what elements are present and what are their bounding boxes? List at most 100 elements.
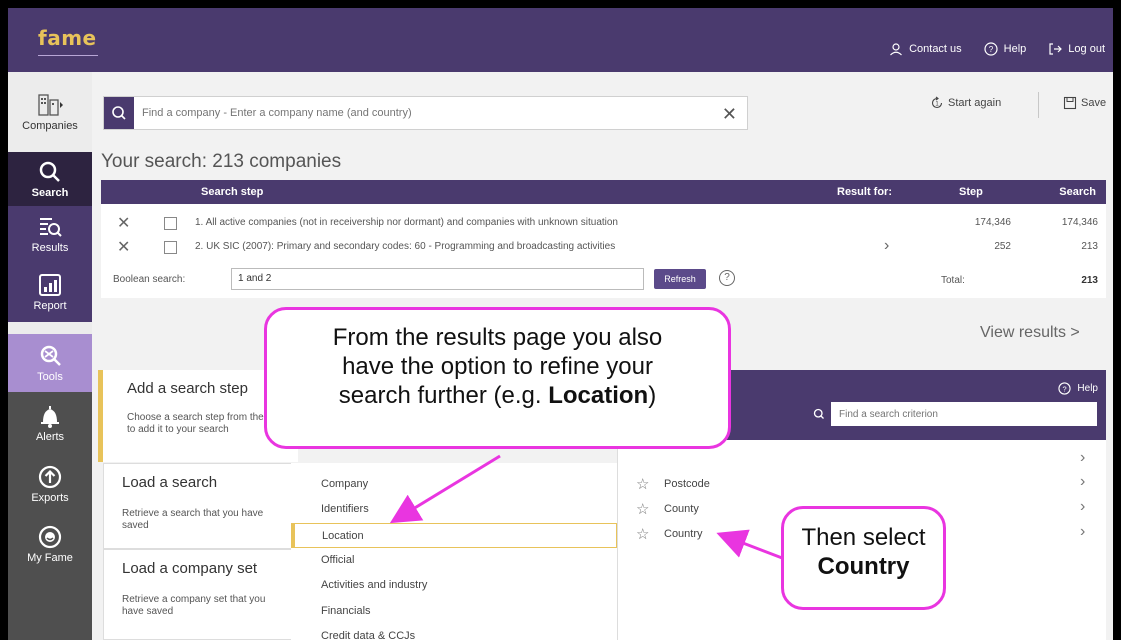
help-icon[interactable]: ? [719, 270, 735, 286]
building-icon [38, 94, 63, 116]
criteria-category-list: Company Identifiers Location Official Ac… [291, 463, 617, 640]
category-activities[interactable]: Activities and industry [291, 573, 617, 598]
sidebar-label-companies: Companies [22, 120, 78, 132]
star-icon[interactable]: ☆ [636, 500, 649, 518]
start-again-button[interactable]: 1 Start again [930, 96, 1001, 110]
header-result-for: Result for: [837, 186, 892, 198]
load-search-panel[interactable]: Load a search Retrieve a search that you… [103, 463, 295, 549]
header-step: Step [959, 186, 983, 198]
sidebar-filler [8, 574, 92, 640]
star-icon[interactable]: ☆ [636, 475, 649, 493]
report-chart-icon [39, 274, 61, 296]
criterion-label: Postcode [664, 478, 710, 490]
remove-step-icon[interactable]: ✕ [117, 237, 130, 257]
chevron-right-icon[interactable]: › [1080, 498, 1085, 516]
bell-icon [41, 406, 59, 428]
save-icon [1063, 96, 1077, 110]
search-summary-title: Your search: 213 companies [101, 151, 342, 172]
help-circle-icon: ? [984, 42, 998, 56]
callout-text: ) [648, 382, 657, 409]
category-credit-data[interactable]: Credit data & CCJs [291, 624, 617, 640]
contact-us-link[interactable]: Contact us [889, 42, 962, 56]
help-circle-icon: ? [1058, 382, 1072, 395]
category-financials[interactable]: Financials [291, 599, 617, 624]
step-description[interactable]: 1. All active companies (not in receiver… [195, 217, 618, 228]
company-search-input[interactable] [142, 97, 712, 129]
load-set-description: Retrieve a company set that you have sav… [122, 594, 266, 617]
callout-line: From the results page you also [332, 324, 663, 351]
load-company-set-panel[interactable]: Load a company set Retrieve a company se… [103, 549, 295, 640]
annotation-callout-country: Then select Country [781, 506, 946, 610]
load-search-description: Retrieve a search that you have saved [122, 508, 264, 531]
sidebar-label-search: Search [31, 187, 69, 199]
criterion-postcode[interactable]: ☆ Postcode › [618, 472, 1107, 496]
search-icon [813, 408, 824, 419]
criterion-search-button[interactable] [807, 402, 831, 426]
add-step-title: Add a search step [127, 380, 248, 397]
contact-us-label: Contact us [909, 43, 962, 55]
svg-text:?: ? [988, 45, 993, 54]
svg-text:1: 1 [935, 102, 939, 108]
sidebar-item-results[interactable]: Results [8, 206, 92, 262]
close-icon[interactable]: ✕ [722, 104, 737, 125]
log-out-label: Log out [1068, 43, 1105, 55]
sidebar-item-report[interactable]: Report [8, 262, 92, 322]
sidebar-item-my-fame[interactable]: My Fame [8, 514, 92, 574]
header-search: Search [1059, 186, 1096, 198]
chevron-right-icon[interactable]: › [1080, 523, 1085, 541]
criterion-search-bar [807, 402, 1097, 426]
user-circle-icon [38, 525, 62, 549]
svg-text:?: ? [1063, 384, 1067, 393]
help-link[interactable]: ? Help [984, 42, 1026, 56]
total-value: 213 [1081, 275, 1098, 286]
category-official[interactable]: Official [291, 548, 617, 573]
refresh-button[interactable]: Refresh [654, 269, 706, 289]
log-out-link[interactable]: Log out [1048, 42, 1105, 56]
star-icon[interactable]: ☆ [636, 525, 649, 543]
criterion-label: Country [664, 528, 703, 540]
sidebar-item-exports[interactable]: Exports [8, 454, 92, 514]
search-count: 213 [1081, 241, 1098, 252]
step-count: 252 [994, 241, 1011, 252]
total-label: Total: [941, 275, 965, 286]
step-description[interactable]: 2. UK SIC (2007): Primary and secondary … [195, 241, 615, 252]
chevron-right-icon[interactable]: › [884, 237, 889, 255]
category-location[interactable]: Location [291, 523, 617, 548]
save-button[interactable]: Save [1063, 96, 1106, 110]
criteria-help-link[interactable]: ? Help [1058, 382, 1098, 395]
chevron-right-icon[interactable]: › [1080, 473, 1085, 491]
company-search-button[interactable] [104, 97, 134, 129]
company-search-bar: ✕ [103, 96, 748, 130]
remove-step-icon[interactable]: ✕ [117, 213, 130, 233]
sidebar-item-alerts[interactable]: Alerts [8, 392, 92, 454]
start-again-label: Start again [948, 97, 1002, 109]
save-label: Save [1081, 97, 1107, 109]
sidebar-item-search[interactable]: Search [8, 152, 92, 206]
search-icon [112, 106, 126, 120]
sidebar-label-report: Report [33, 300, 67, 312]
top-bar: fame Contact us ? Help Log out [8, 8, 1113, 72]
category-identifiers[interactable]: Identifiers [291, 497, 617, 522]
sidebar-item-tools[interactable]: Tools [8, 334, 92, 392]
criterion-search-input[interactable] [839, 402, 1089, 426]
upload-icon [38, 465, 62, 489]
sidebar-label-tools: Tools [37, 371, 63, 383]
sidebar-item-companies[interactable]: Companies [8, 72, 92, 152]
divider [1038, 92, 1039, 118]
table-header: Search step Result for: Step Search [101, 180, 1106, 204]
step-checkbox[interactable] [164, 241, 177, 254]
search-count: 174,346 [1061, 217, 1098, 228]
restart-icon: 1 [931, 96, 943, 109]
category-company[interactable]: Company [291, 472, 617, 497]
load-search-title: Load a search [122, 474, 218, 491]
boolean-search-label: Boolean search: [113, 274, 186, 285]
left-sidebar: Companies Search Results Report Tools Al… [8, 72, 92, 640]
search-steps-table: Search step Result for: Step Search ✕ 1.… [101, 180, 1106, 298]
step-checkbox[interactable] [164, 217, 177, 230]
view-results-link[interactable]: View results > [980, 324, 1080, 342]
chevron-right-icon[interactable]: › [1080, 449, 1085, 467]
fame-logo[interactable]: fame [38, 26, 97, 50]
sidebar-label-my-fame: My Fame [27, 552, 73, 564]
callout-emphasis: Location [548, 382, 649, 409]
boolean-search-input[interactable]: 1 and 2 [231, 268, 644, 290]
